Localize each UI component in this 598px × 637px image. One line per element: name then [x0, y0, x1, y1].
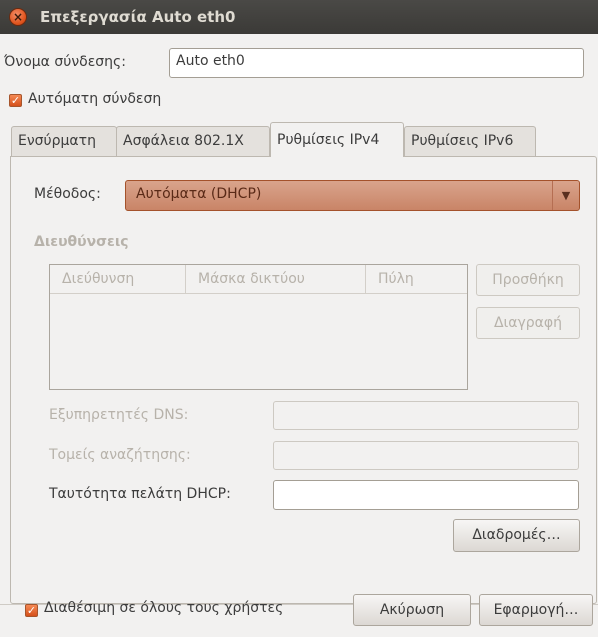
- method-selected-value: Αυτόματα (DHCP): [136, 186, 262, 202]
- routes-button[interactable]: Διαδρομές…: [453, 519, 580, 552]
- cancel-button[interactable]: Ακύρωση: [353, 594, 471, 626]
- window-title: Επεξεργασία Auto eth0: [40, 8, 236, 26]
- available-to-all-label[interactable]: Διαθέσιμη σε όλους τους χρήστες: [44, 600, 283, 616]
- search-domains-label: Τομείς αναζήτησης:: [49, 447, 191, 463]
- column-header-gateway[interactable]: Πύλη: [366, 265, 467, 293]
- tab-8021x-security[interactable]: Ασφάλεια 802.1X: [116, 126, 270, 156]
- column-header-netmask[interactable]: Μάσκα δικτύου: [186, 265, 366, 293]
- edit-connection-dialog: × Επεξεργασία Auto eth0 Όνομα σύνδεσης: …: [0, 0, 598, 637]
- dhcp-client-id-label: Ταυτότητα πελάτη DHCP:: [49, 486, 231, 502]
- search-domains-input[interactable]: [273, 441, 579, 470]
- column-header-address[interactable]: Διεύθυνση: [50, 265, 186, 293]
- title-bar: × Επεξεργασία Auto eth0: [0, 0, 598, 34]
- addresses-heading: Διευθύνσεις: [34, 234, 129, 250]
- addresses-table[interactable]: Διεύθυνση Μάσκα δικτύου Πύλη: [49, 264, 468, 390]
- dns-servers-label: Εξυπηρετητές DNS:: [49, 407, 189, 423]
- tab-wired[interactable]: Ενσύρματη: [11, 126, 117, 156]
- add-address-button[interactable]: Προσθήκη: [476, 264, 580, 296]
- delete-address-button[interactable]: Διαγραφή: [476, 307, 580, 339]
- table-header-divider: [50, 293, 467, 294]
- chevron-down-icon: ▼: [552, 181, 579, 210]
- dhcp-client-id-input[interactable]: [273, 480, 579, 510]
- tab-ipv6-settings[interactable]: Ρυθμίσεις IPv6: [404, 126, 536, 156]
- tab-ipv4-settings[interactable]: Ρυθμίσεις IPv4: [270, 122, 404, 157]
- apply-button[interactable]: Εφαρμογή…: [479, 594, 593, 626]
- method-label: Μέθοδος:: [34, 186, 101, 202]
- connection-name-input[interactable]: Auto eth0: [169, 48, 584, 78]
- connection-name-label: Όνομα σύνδεσης:: [4, 54, 126, 70]
- available-to-all-checkbox[interactable]: ✓: [25, 604, 38, 617]
- dns-servers-input[interactable]: [273, 401, 579, 430]
- auto-connect-checkbox[interactable]: ✓: [9, 94, 22, 107]
- close-icon[interactable]: ×: [9, 8, 27, 26]
- auto-connect-label[interactable]: Αυτόματη σύνδεση: [28, 91, 161, 107]
- method-select[interactable]: Αυτόματα (DHCP) ▼: [125, 180, 580, 211]
